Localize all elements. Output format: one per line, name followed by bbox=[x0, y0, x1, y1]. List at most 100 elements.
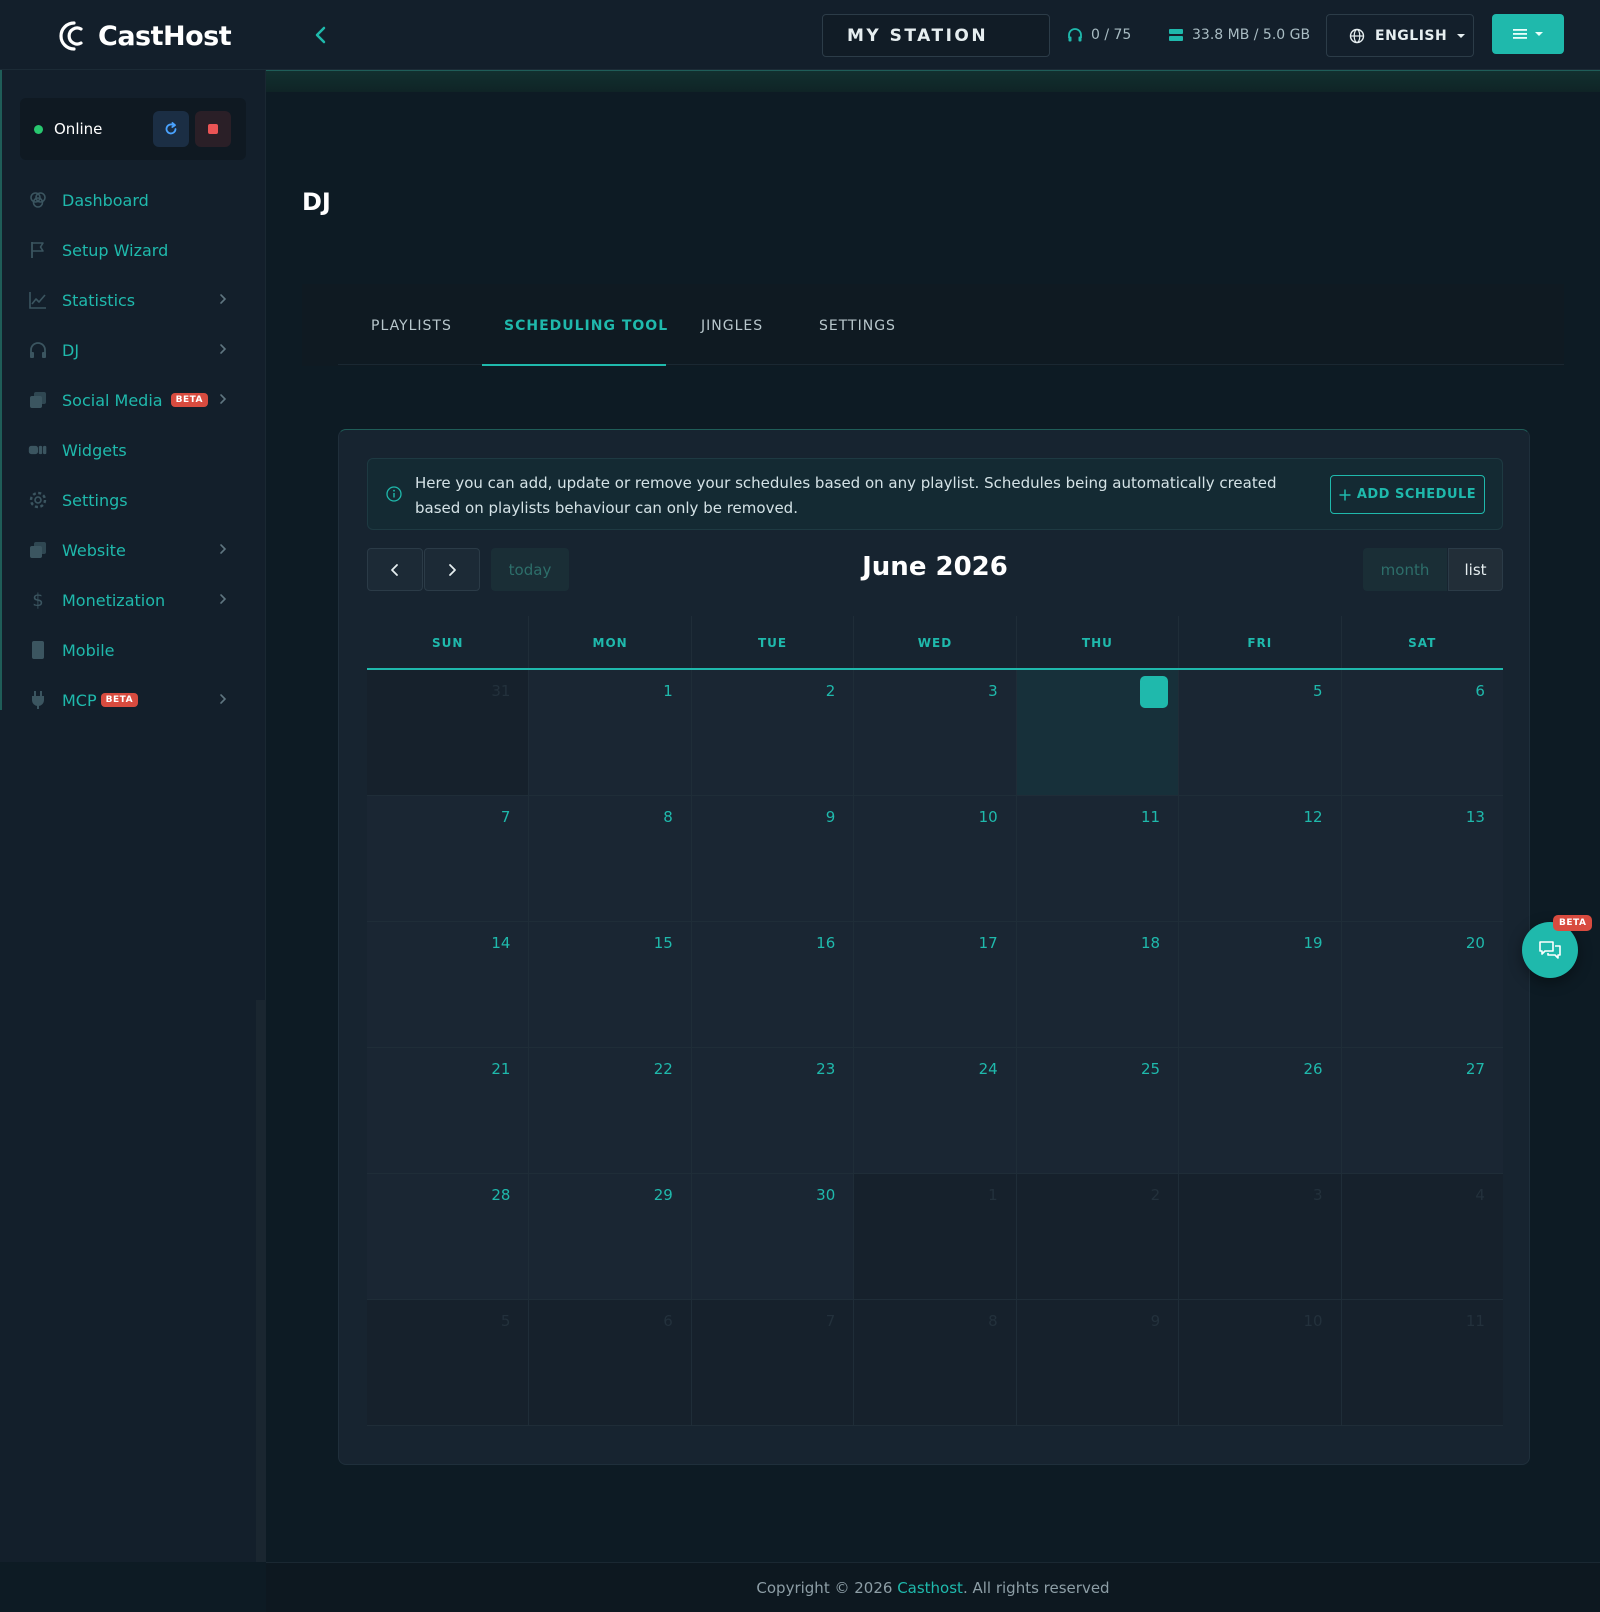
day-number[interactable]: 17 bbox=[979, 934, 998, 952]
calendar-day[interactable]: 23 bbox=[691, 1048, 855, 1173]
calendar-day[interactable]: 19 bbox=[1179, 922, 1342, 1047]
day-number[interactable]: 31 bbox=[491, 682, 510, 700]
calendar-day[interactable]: 16 bbox=[691, 922, 855, 1047]
tab-settings[interactable]: SETTINGS bbox=[819, 318, 896, 334]
day-number[interactable]: 25 bbox=[1141, 1060, 1160, 1078]
day-number[interactable]: 15 bbox=[654, 934, 673, 952]
day-number[interactable]: 24 bbox=[979, 1060, 998, 1078]
calendar-day[interactable]: 1 bbox=[854, 1174, 1017, 1299]
day-number[interactable]: 14 bbox=[491, 934, 510, 952]
sidebar-item-dj[interactable]: DJ bbox=[0, 325, 266, 375]
sidebar-item-mcp[interactable]: MCP BETA bbox=[0, 675, 266, 725]
day-number[interactable]: 16 bbox=[816, 934, 835, 952]
calendar-day[interactable]: 22 bbox=[529, 1048, 692, 1173]
calendar-day[interactable]: 9 bbox=[691, 796, 855, 921]
calendar-day-today[interactable]: 4 bbox=[1016, 670, 1180, 795]
day-number[interactable]: 10 bbox=[1303, 1312, 1322, 1330]
calendar-day[interactable]: 7 bbox=[367, 796, 530, 921]
day-number[interactable]: 1 bbox=[988, 1186, 998, 1204]
sidebar-item-statistics[interactable]: Statistics bbox=[0, 275, 266, 325]
calendar-day[interactable]: 8 bbox=[854, 1300, 1017, 1425]
day-number[interactable]: 30 bbox=[816, 1186, 835, 1204]
footer-brand-link[interactable]: Casthost bbox=[897, 1579, 963, 1597]
day-number[interactable]: 22 bbox=[654, 1060, 673, 1078]
day-number[interactable]: 7 bbox=[501, 808, 511, 826]
day-number[interactable]: 21 bbox=[491, 1060, 510, 1078]
month-view-button[interactable]: month bbox=[1363, 548, 1447, 591]
sidebar-scrollbar[interactable] bbox=[256, 1000, 266, 1562]
restart-button[interactable] bbox=[153, 111, 189, 147]
day-number[interactable]: 11 bbox=[1466, 1312, 1485, 1330]
day-number[interactable]: 11 bbox=[1141, 808, 1160, 826]
calendar-day[interactable]: 10 bbox=[854, 796, 1017, 921]
casthost-logo[interactable]: CastHost bbox=[56, 18, 232, 54]
calendar-day[interactable]: 28 bbox=[367, 1174, 530, 1299]
day-number[interactable]: 18 bbox=[1141, 934, 1160, 952]
calendar-day[interactable]: 12 bbox=[1179, 796, 1342, 921]
calendar-day[interactable]: 27 bbox=[1341, 1048, 1503, 1173]
day-number[interactable]: 4 bbox=[1475, 1186, 1485, 1204]
day-number[interactable]: 4 bbox=[1151, 682, 1161, 700]
sidebar-item-dashboard[interactable]: Dashboard bbox=[0, 175, 266, 225]
calendar-day[interactable]: 9 bbox=[1016, 1300, 1180, 1425]
day-number[interactable]: 28 bbox=[491, 1186, 510, 1204]
day-number[interactable]: 2 bbox=[826, 682, 836, 700]
station-name[interactable]: MY STATION bbox=[822, 14, 1050, 57]
day-number[interactable]: 5 bbox=[1313, 682, 1323, 700]
day-number[interactable]: 9 bbox=[1151, 1312, 1161, 1330]
calendar-day[interactable]: 18 bbox=[1016, 922, 1180, 1047]
day-number[interactable]: 8 bbox=[988, 1312, 998, 1330]
day-number[interactable]: 23 bbox=[816, 1060, 835, 1078]
calendar-day[interactable]: 6 bbox=[1341, 670, 1503, 795]
collapse-sidebar-button[interactable] bbox=[306, 20, 336, 50]
sidebar-item-setup-wizard[interactable]: Setup Wizard bbox=[0, 225, 266, 275]
sidebar-item-website[interactable]: Website bbox=[0, 525, 266, 575]
day-number[interactable]: 6 bbox=[663, 1312, 673, 1330]
calendar-day[interactable]: 1 bbox=[529, 670, 692, 795]
calendar-day[interactable]: 30 bbox=[691, 1174, 855, 1299]
main-menu-button[interactable] bbox=[1492, 14, 1564, 54]
day-number[interactable]: 19 bbox=[1303, 934, 1322, 952]
day-number[interactable]: 2 bbox=[1151, 1186, 1161, 1204]
calendar-day[interactable]: 11 bbox=[1016, 796, 1180, 921]
calendar-day[interactable]: 4 bbox=[1341, 1174, 1503, 1299]
sidebar-item-settings[interactable]: Settings bbox=[0, 475, 266, 525]
add-schedule-button[interactable]: ADD SCHEDULE bbox=[1330, 475, 1485, 514]
calendar-day[interactable]: 6 bbox=[529, 1300, 692, 1425]
calendar-day[interactable]: 26 bbox=[1179, 1048, 1342, 1173]
day-number[interactable]: 20 bbox=[1466, 934, 1485, 952]
calendar-day[interactable]: 14 bbox=[367, 922, 530, 1047]
list-view-button[interactable]: list bbox=[1448, 548, 1503, 591]
tab-jingles[interactable]: JINGLES bbox=[701, 318, 763, 334]
day-number[interactable]: 12 bbox=[1303, 808, 1322, 826]
tab-scheduling-tool[interactable]: SCHEDULING TOOL bbox=[504, 318, 668, 334]
calendar-day[interactable]: 11 bbox=[1341, 1300, 1503, 1425]
day-number[interactable]: 8 bbox=[663, 808, 673, 826]
calendar-day[interactable]: 3 bbox=[854, 670, 1017, 795]
day-number[interactable]: 5 bbox=[501, 1312, 511, 1330]
sidebar-item-monetization[interactable]: $ Monetization bbox=[0, 575, 266, 625]
day-number[interactable]: 3 bbox=[988, 682, 998, 700]
sidebar-item-social-media[interactable]: Social Media BETA bbox=[0, 375, 266, 425]
calendar-day[interactable]: 17 bbox=[854, 922, 1017, 1047]
day-number[interactable]: 29 bbox=[654, 1186, 673, 1204]
calendar-day[interactable]: 29 bbox=[529, 1174, 692, 1299]
calendar-day[interactable]: 21 bbox=[367, 1048, 530, 1173]
day-number[interactable]: 13 bbox=[1466, 808, 1485, 826]
day-number[interactable]: 27 bbox=[1466, 1060, 1485, 1078]
day-number[interactable]: 1 bbox=[663, 682, 673, 700]
calendar-day[interactable]: 25 bbox=[1016, 1048, 1180, 1173]
calendar-day[interactable]: 5 bbox=[1179, 670, 1342, 795]
calendar-day[interactable]: 2 bbox=[691, 670, 855, 795]
calendar-day[interactable]: 10 bbox=[1179, 1300, 1342, 1425]
tab-playlists[interactable]: PLAYLISTS bbox=[371, 318, 452, 334]
language-dropdown[interactable]: ENGLISH bbox=[1326, 14, 1474, 57]
day-number[interactable]: 3 bbox=[1313, 1186, 1323, 1204]
calendar-day[interactable]: 2 bbox=[1016, 1174, 1180, 1299]
calendar-day[interactable]: 13 bbox=[1341, 796, 1503, 921]
sidebar-item-widgets[interactable]: Widgets bbox=[0, 425, 266, 475]
day-number[interactable]: 10 bbox=[979, 808, 998, 826]
day-number[interactable]: 7 bbox=[826, 1312, 836, 1330]
calendar-day[interactable]: 5 bbox=[367, 1300, 530, 1425]
calendar-day[interactable]: 7 bbox=[691, 1300, 855, 1425]
